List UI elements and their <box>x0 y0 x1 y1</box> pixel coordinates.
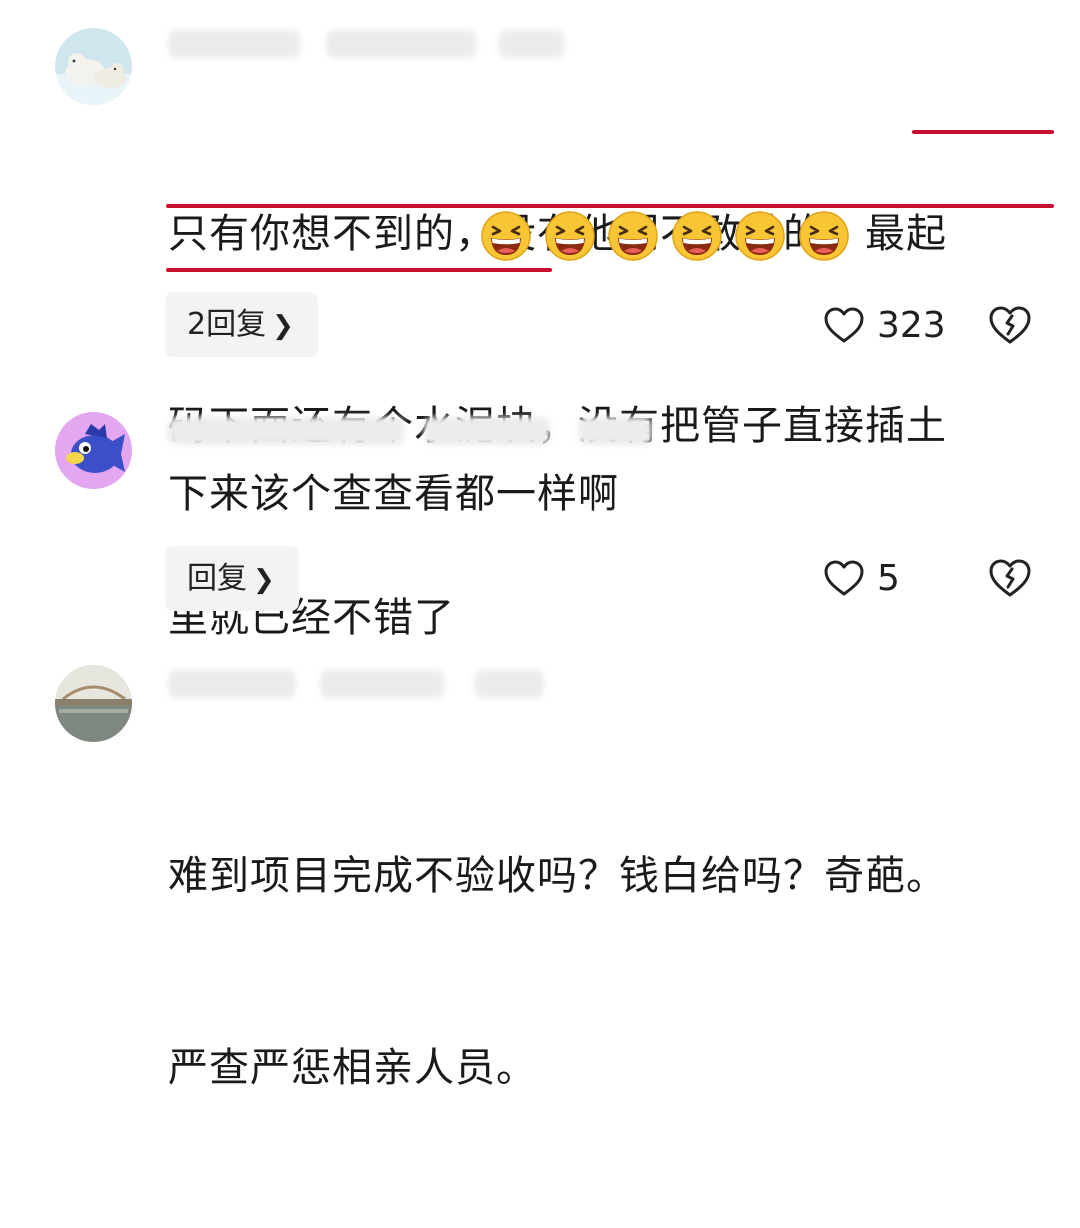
grinning-squint-face-icon <box>798 211 849 261</box>
grinning-squint-face-icon <box>608 211 658 261</box>
comment-line-3: 里就已经不错了 <box>168 595 455 641</box>
avatar[interactable] <box>55 665 132 742</box>
grinning-squint-face-icon <box>544 211 595 261</box>
bridge-photo-avatar-icon <box>55 665 132 742</box>
reply-button[interactable]: 2回复 ❯ <box>165 292 318 357</box>
like-button[interactable]: 5 <box>823 553 900 603</box>
highlight-underline-2 <box>166 204 1054 208</box>
grinning-squint-face-icon <box>481 211 531 261</box>
highlight-underline-3 <box>166 268 552 272</box>
broken-heart-icon[interactable] <box>987 557 1033 599</box>
grinning-squint-face-icon <box>671 211 722 261</box>
avatar[interactable] <box>55 28 132 105</box>
like-button[interactable]: 323 <box>823 300 946 350</box>
heart-icon <box>824 560 864 596</box>
broken-heart-icon[interactable] <box>987 304 1033 346</box>
comment-text: 下来该个查查看都一样啊 <box>168 471 619 517</box>
reply-button[interactable]: 回复 ❯ <box>165 546 299 611</box>
grinning-squint-face-icon <box>735 211 785 261</box>
chevron-right-icon: ❯ <box>272 311 294 341</box>
comment-line-2: 严查严惩相亲人员。 <box>168 1045 537 1091</box>
like-count: 5 <box>877 557 900 599</box>
heart-icon <box>824 307 864 343</box>
comment-text: 难到项目完成不验收吗？钱白给吗？奇葩。 严查严惩相亲人员。 <box>168 716 1048 1228</box>
reply-label: 回复 <box>187 561 247 596</box>
polar-bear-avatar-icon <box>55 28 132 105</box>
avatar[interactable] <box>55 412 132 489</box>
comment-line-1: 难到项目完成不验收吗？钱白给吗？奇葩。 <box>168 853 947 899</box>
reply-label: 2回复 <box>187 307 267 342</box>
like-count: 323 <box>877 304 946 346</box>
fish-avatar-icon <box>55 412 132 489</box>
chevron-right-icon: ❯ <box>253 565 275 595</box>
highlight-underline-1 <box>912 130 1054 134</box>
